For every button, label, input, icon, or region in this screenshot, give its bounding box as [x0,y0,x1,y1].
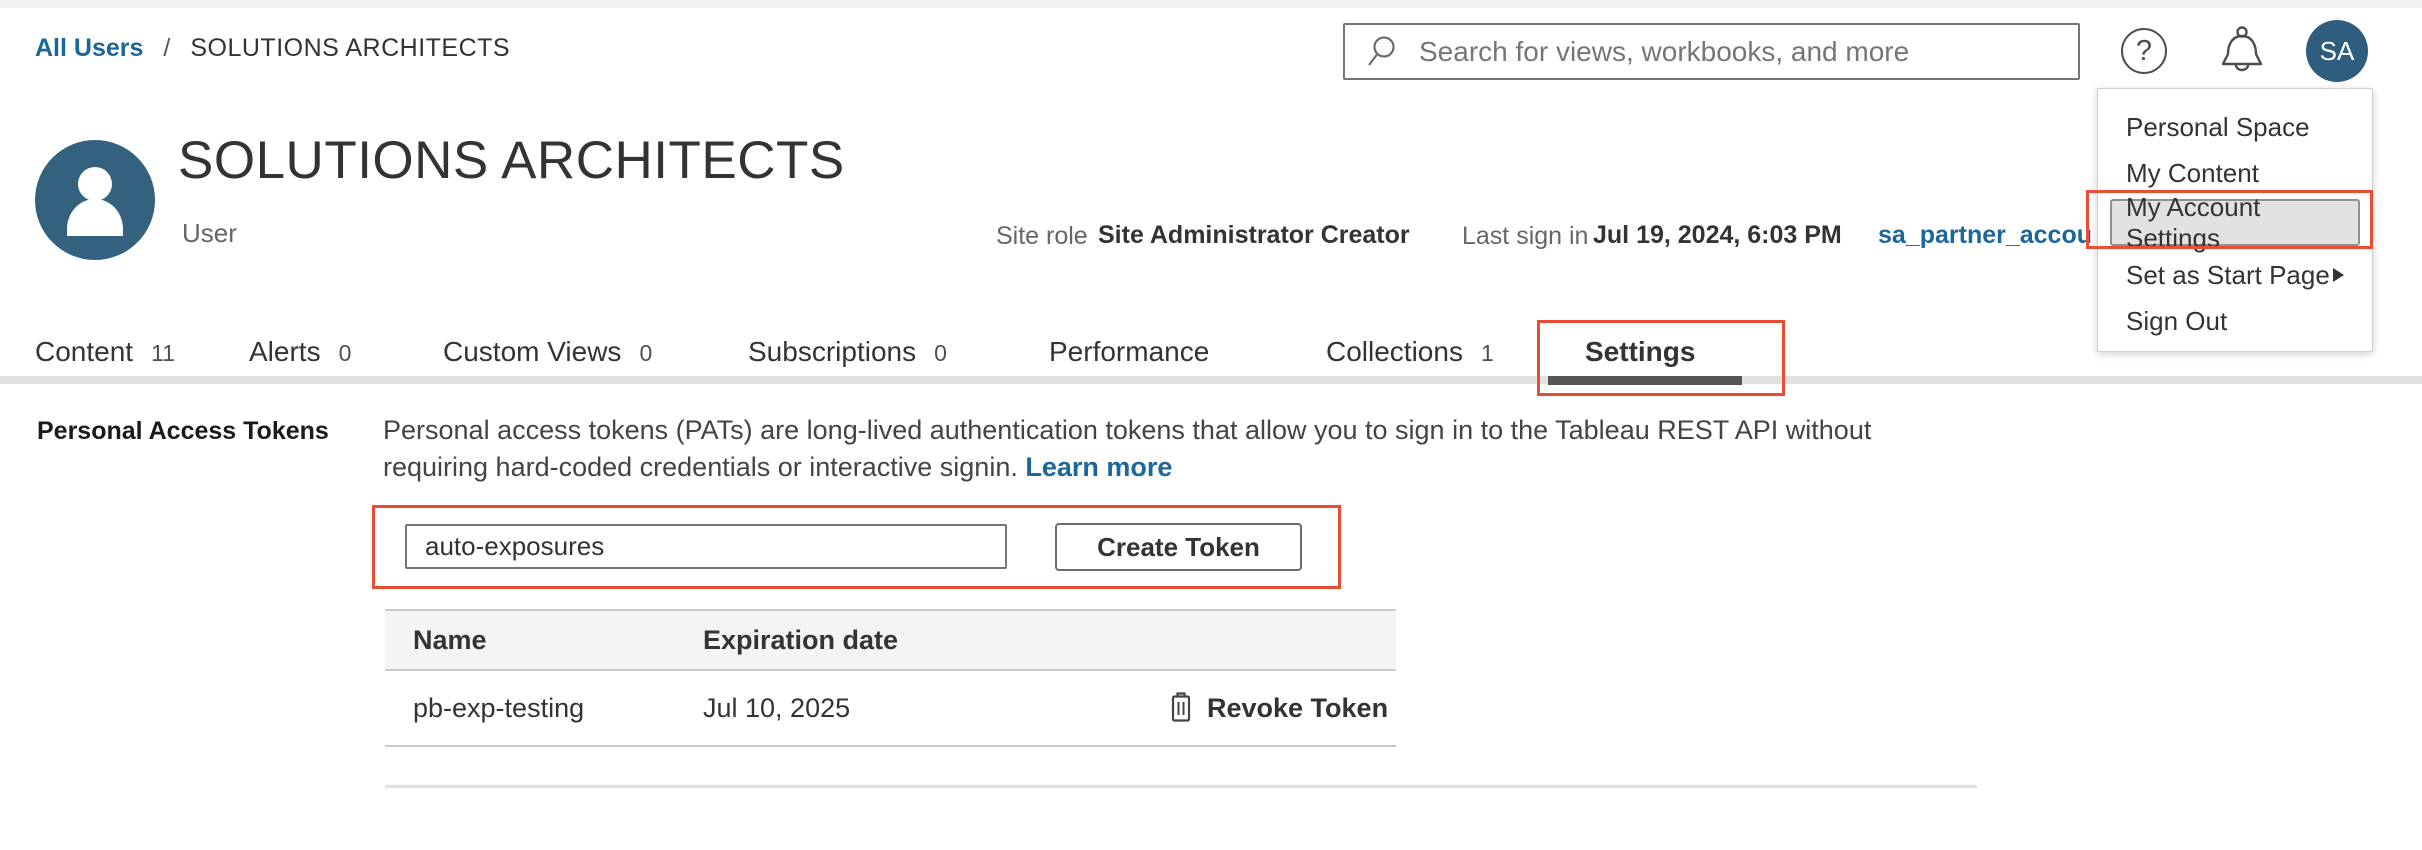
revoke-token-button[interactable]: Revoke Token [1167,692,1388,724]
help-icon[interactable]: ? [2121,28,2167,74]
search-input[interactable] [1417,35,2037,69]
menu-item-personal-space[interactable]: Personal Space [2098,105,2372,149]
last-signin-value: Jul 19, 2024, 6:03 PM [1593,221,1842,250]
column-header-expiration: Expiration date [703,625,1167,656]
help-glyph: ? [2136,35,2152,68]
token-name-input[interactable] [405,524,1007,569]
breadcrumb: All Users / SOLUTIONS ARCHITECTS [35,34,510,63]
site-role-label: Site role [996,222,1088,251]
avatar-initials: SA [2320,36,2355,67]
tab-collections[interactable]: Collections1 [1326,336,1494,368]
user-avatar[interactable]: SA [2306,20,2368,82]
tab-track [0,376,2422,384]
menu-item-my-account-settings[interactable]: My Account Settings [2110,199,2360,246]
breadcrumb-all-users-link[interactable]: All Users [35,34,143,63]
pat-description: Personal access tokens (PATs) are long-l… [383,412,1969,486]
menu-item-my-content[interactable]: My Content [2098,151,2372,195]
tab-custom-views-count: 0 [639,340,652,367]
global-search[interactable] [1343,23,2080,80]
breadcrumb-current: SOLUTIONS ARCHITECTS [190,34,510,63]
top-edge-strip [0,0,2422,8]
tab-content-count: 11 [151,340,175,367]
tab-settings[interactable]: Settings [1585,336,1695,368]
section-divider [385,785,1977,788]
token-table-header: Name Expiration date [385,609,1396,671]
submenu-caret-icon [2333,268,2344,282]
site-role-value: Site Administrator Creator [1098,221,1410,250]
person-icon [35,140,155,260]
tab-performance[interactable]: Performance [1049,336,1209,368]
pat-section-heading: Personal Access Tokens [37,417,329,446]
tab-alerts-count: 0 [339,340,352,367]
breadcrumb-separator: / [163,34,170,63]
profile-avatar [35,140,155,260]
table-row: pb-exp-testing Jul 10, 2025 Revoke Token [385,671,1396,747]
token-table: Name Expiration date pb-exp-testing Jul … [385,609,1396,747]
account-menu: Personal Space My Content My Account Set… [2097,88,2373,352]
page-subtitle: User [182,218,237,249]
menu-item-set-start-page[interactable]: Set as Start Page [2098,253,2372,297]
tab-subscriptions-count: 0 [934,340,947,367]
menu-item-sign-out[interactable]: Sign Out [2098,299,2372,343]
column-header-name: Name [385,625,703,656]
notifications-bell-icon[interactable] [2216,24,2268,87]
active-tab-indicator [1548,376,1742,385]
token-name-cell: pb-exp-testing [385,693,703,724]
tab-custom-views[interactable]: Custom Views0 [443,336,652,368]
tab-content[interactable]: Content11 [35,336,175,368]
tab-subscriptions[interactable]: Subscriptions0 [748,336,947,368]
token-expiration-cell: Jul 10, 2025 [703,693,1167,724]
tab-alerts[interactable]: Alerts0 [249,336,351,368]
learn-more-link[interactable]: Learn more [1025,452,1172,482]
last-signin-label: Last sign in [1462,222,1588,251]
create-token-button[interactable]: Create Token [1055,523,1302,571]
search-icon [1365,34,1401,70]
tab-collections-count: 1 [1481,340,1494,367]
trash-icon [1167,692,1195,724]
page-title: SOLUTIONS ARCHITECTS [178,130,845,191]
account-username-link[interactable]: sa_partner_accou [1878,221,2092,250]
